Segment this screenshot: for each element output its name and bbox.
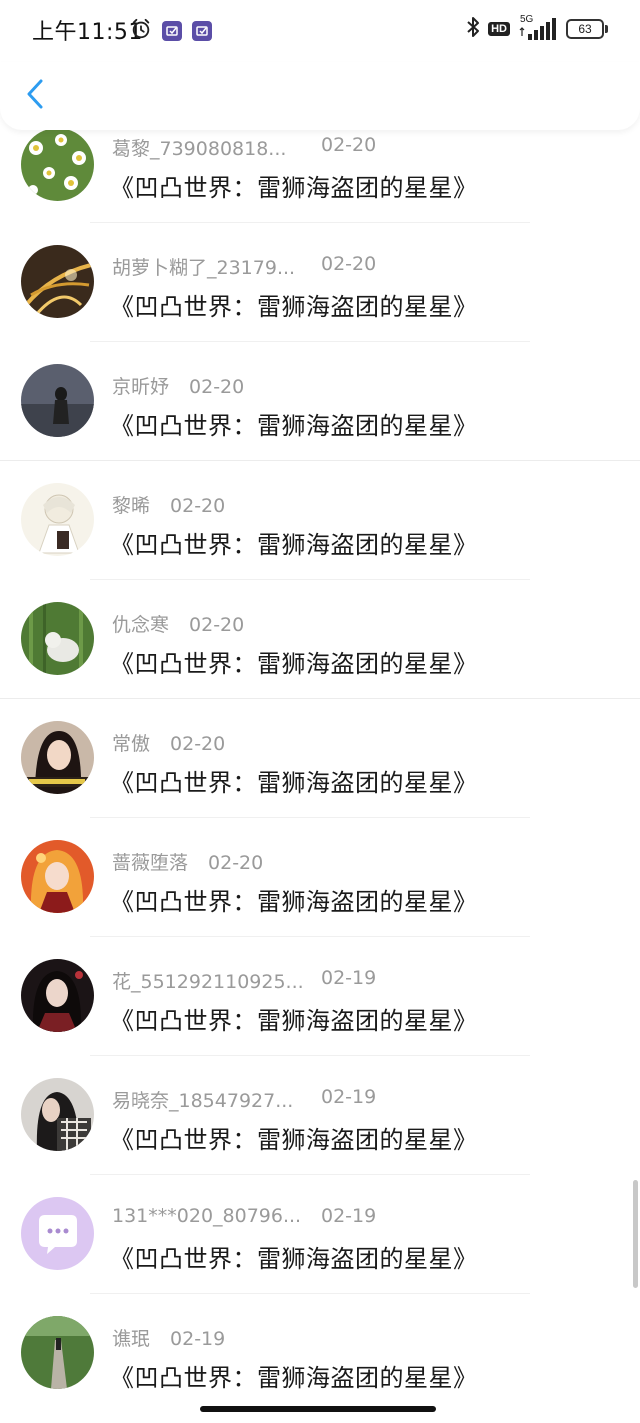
user-name[interactable]: 常傲 (112, 729, 150, 756)
bluetooth-icon (466, 16, 480, 42)
list-item[interactable]: 蔷薇堕落 02-20 《凹凸世界：雷狮海盗团的星星》 (0, 838, 640, 957)
divider (90, 936, 530, 937)
user-name[interactable]: 谯珉 (112, 1324, 150, 1351)
list-item[interactable]: 京昕妤 02-20 《凹凸世界：雷狮海盗团的星星》 (0, 362, 640, 481)
user-name[interactable]: 仇念寒 (112, 610, 169, 637)
status-left-icons (130, 18, 212, 44)
status-bar: 上午11:51 HD 5G 63 (0, 0, 640, 62)
list-item[interactable]: 胡萝卜糊了_23179... 02-20 《凹凸世界：雷狮海盗团的星星》 (0, 243, 640, 362)
avatar[interactable] (21, 1197, 94, 1270)
back-button[interactable] (18, 76, 52, 116)
avatar[interactable] (21, 1316, 94, 1389)
divider (90, 1293, 530, 1294)
item-meta: 谯珉 02-19 (112, 1324, 225, 1351)
chevron-left-icon (25, 78, 45, 114)
item-meta: 黎晞 02-20 (112, 491, 225, 518)
item-meta: 131***020_80796... 02-19 (112, 1205, 376, 1227)
divider (90, 1174, 530, 1175)
comment-text: 《凹凸世界：雷狮海盗团的星星》 (110, 412, 478, 440)
avatar[interactable] (21, 840, 94, 913)
user-name[interactable]: 黎晞 (112, 491, 150, 518)
comment-date: 02-19 (321, 1086, 377, 1108)
divider (0, 460, 640, 461)
item-meta: 花_551292110925... 02-19 (112, 967, 376, 994)
scrollbar[interactable] (633, 1180, 638, 1288)
comment-text: 《凹凸世界：雷狮海盗团的星星》 (110, 1126, 478, 1154)
divider (90, 579, 530, 580)
comment-date: 02-20 (170, 495, 226, 517)
user-name[interactable]: 易晓奈_18547927... (112, 1086, 293, 1113)
item-meta: 蔷薇堕落 02-20 (112, 848, 263, 875)
divider (90, 222, 530, 223)
comment-date: 02-19 (321, 1205, 377, 1227)
comment-text: 《凹凸世界：雷狮海盗团的星星》 (110, 1007, 478, 1035)
screen: 上午11:51 HD 5G 63 葛黎_739080818... 02-20 《… (0, 0, 640, 1423)
comment-date: 02-20 (189, 376, 245, 398)
user-name[interactable]: 京昕妤 (112, 372, 169, 399)
battery-icon: 63 (566, 19, 608, 39)
list-item[interactable]: 葛黎_739080818... 02-20 《凹凸世界：雷狮海盗团的星星》 (0, 124, 640, 243)
status-right-icons: HD 5G 63 (466, 14, 608, 42)
comment-date: 02-20 (170, 733, 226, 755)
avatar[interactable] (21, 364, 94, 437)
avatar[interactable] (21, 483, 94, 556)
comment-text: 《凹凸世界：雷狮海盗团的星星》 (110, 1245, 478, 1273)
item-meta: 京昕妤 02-20 (112, 372, 244, 399)
item-meta: 仇念寒 02-20 (112, 610, 244, 637)
status-time: 上午11:51 (32, 20, 143, 45)
user-name[interactable]: 葛黎_739080818... (112, 134, 286, 161)
user-name[interactable]: 花_551292110925... (112, 967, 304, 994)
avatar[interactable] (21, 602, 94, 675)
item-meta: 常傲 02-20 (112, 729, 225, 756)
comment-text: 《凹凸世界：雷狮海盗团的星星》 (110, 650, 478, 678)
avatar[interactable] (21, 1078, 94, 1151)
list-item[interactable]: 易晓奈_18547927... 02-19 《凹凸世界：雷狮海盗团的星星》 (0, 1076, 640, 1195)
comment-text: 《凹凸世界：雷狮海盗团的星星》 (110, 293, 478, 321)
item-meta: 易晓奈_18547927... 02-19 (112, 1086, 376, 1113)
list-item[interactable]: 仇念寒 02-20 《凹凸世界：雷狮海盗团的星星》 (0, 600, 640, 719)
item-meta: 胡萝卜糊了_23179... 02-20 (112, 253, 376, 280)
divider (90, 341, 530, 342)
user-name[interactable]: 131***020_80796... (112, 1205, 301, 1227)
list-item[interactable]: 常傲 02-20 《凹凸世界：雷狮海盗团的星星》 (0, 719, 640, 838)
avatar[interactable] (21, 128, 94, 201)
comment-date: 02-20 (321, 134, 377, 156)
comment-text: 《凹凸世界：雷狮海盗团的星星》 (110, 531, 478, 559)
avatar[interactable] (21, 959, 94, 1032)
comment-text: 《凹凸世界：雷狮海盗团的星星》 (110, 1364, 478, 1392)
avatar[interactable] (21, 245, 94, 318)
list-item[interactable]: 黎晞 02-20 《凹凸世界：雷狮海盗团的星星》 (0, 481, 640, 600)
comment-text: 《凹凸世界：雷狮海盗团的星星》 (110, 174, 478, 202)
alarm-icon (130, 18, 152, 44)
battery-level: 63 (578, 22, 592, 36)
list-item[interactable]: 131***020_80796... 02-19 《凹凸世界：雷狮海盗团的星星》 (0, 1195, 640, 1314)
comment-date: 02-19 (170, 1328, 226, 1350)
app-notification-icon (192, 21, 212, 41)
comment-date: 02-20 (321, 253, 377, 275)
comment-date: 02-20 (189, 614, 245, 636)
list-item[interactable]: 花_551292110925... 02-19 《凹凸世界：雷狮海盗团的星星》 (0, 957, 640, 1076)
user-name[interactable]: 蔷薇堕落 (112, 848, 188, 875)
user-name[interactable]: 胡萝卜糊了_23179... (112, 253, 295, 280)
nav-header (0, 62, 640, 130)
divider (90, 817, 530, 818)
app-notification-icon (162, 21, 182, 41)
network-type: 5G (520, 14, 534, 25)
comment-text: 《凹凸世界：雷狮海盗团的星星》 (110, 769, 478, 797)
item-meta: 葛黎_739080818... 02-20 (112, 134, 376, 161)
cellular-signal-icon: 5G (518, 14, 558, 42)
hd-badge: HD (488, 22, 510, 36)
divider (0, 698, 640, 699)
comment-date: 02-19 (321, 967, 377, 989)
comment-text: 《凹凸世界：雷狮海盗团的星星》 (110, 888, 478, 916)
divider (90, 1055, 530, 1056)
comment-date: 02-20 (208, 852, 264, 874)
avatar[interactable] (21, 721, 94, 794)
home-indicator[interactable] (200, 1406, 436, 1412)
